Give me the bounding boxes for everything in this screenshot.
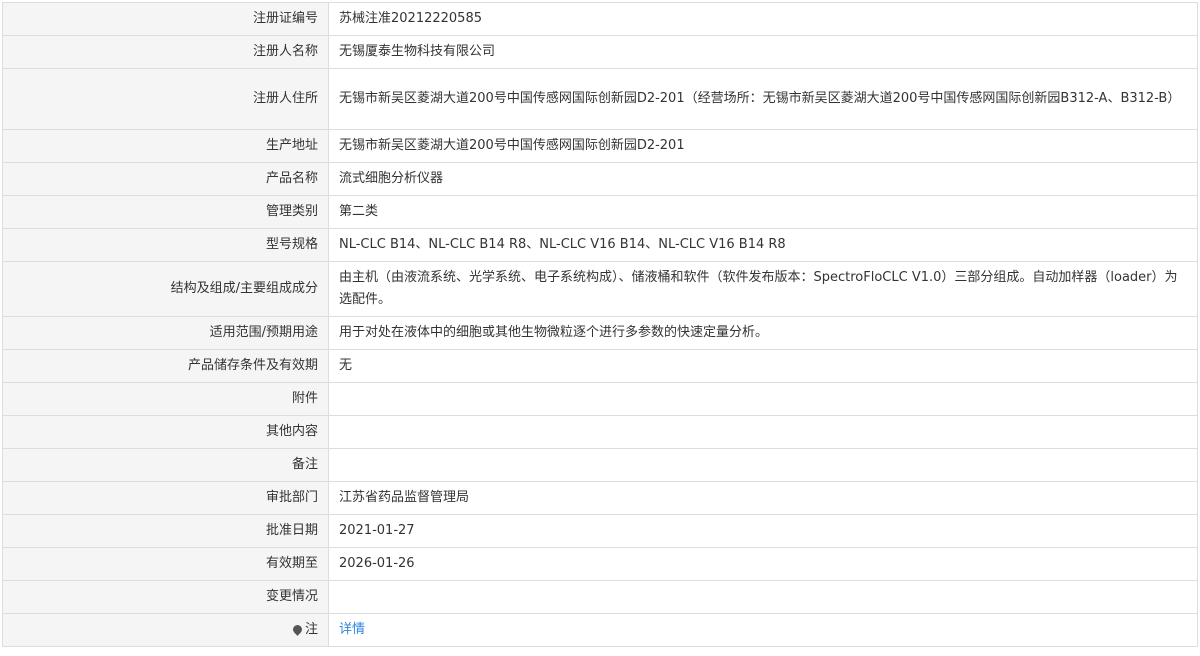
table-row-remarks: 备注 bbox=[2, 448, 1198, 482]
table-row-registrant-address: 注册人住所 无锡市新吴区菱湖大道200号中国传感网国际创新园D2-201（经营场… bbox=[2, 68, 1198, 130]
table-row-approval-department: 审批部门 江苏省药品监督管理局 bbox=[2, 481, 1198, 515]
row-label: 附件 bbox=[2, 382, 329, 416]
row-label: 适用范围/预期用途 bbox=[2, 316, 329, 350]
table-row-production-address: 生产地址 无锡市新吴区菱湖大道200号中国传感网国际创新园D2-201 bbox=[2, 129, 1198, 163]
row-value: 详情 bbox=[328, 613, 1198, 647]
row-label: 备注 bbox=[2, 448, 329, 482]
table-row-note: 注 详情 bbox=[2, 613, 1198, 647]
table-row-approval-date: 批准日期 2021-01-27 bbox=[2, 514, 1198, 548]
row-value: 无锡市新吴区菱湖大道200号中国传感网国际创新园D2-201 bbox=[328, 129, 1198, 163]
table-row-management-category: 管理类别 第二类 bbox=[2, 195, 1198, 229]
row-label: 批准日期 bbox=[2, 514, 329, 548]
row-value: 无锡厦泰生物科技有限公司 bbox=[328, 35, 1198, 69]
table-row-model-spec: 型号规格 NL-CLC B14、NL-CLC B14 R8、NL-CLC V16… bbox=[2, 228, 1198, 262]
row-value: 无 bbox=[328, 349, 1198, 383]
table-row-intended-use: 适用范围/预期用途 用于对处在液体中的细胞或其他生物微粒逐个进行多参数的快速定量… bbox=[2, 316, 1198, 350]
row-value bbox=[328, 382, 1198, 416]
table-row-registration-number: 注册证编号 苏械注准20212220585 bbox=[2, 2, 1198, 36]
table-row-product-name: 产品名称 流式细胞分析仪器 bbox=[2, 162, 1198, 196]
row-value: 流式细胞分析仪器 bbox=[328, 162, 1198, 196]
table-row-registrant-name: 注册人名称 无锡厦泰生物科技有限公司 bbox=[2, 35, 1198, 69]
details-link[interactable]: 详情 bbox=[339, 622, 365, 637]
row-value: 第二类 bbox=[328, 195, 1198, 229]
table-row-other-content: 其他内容 bbox=[2, 415, 1198, 449]
row-value: 苏械注准20212220585 bbox=[328, 2, 1198, 36]
row-label: 注册人住所 bbox=[2, 68, 329, 130]
row-label: 产品名称 bbox=[2, 162, 329, 196]
row-value: NL-CLC B14、NL-CLC B14 R8、NL-CLC V16 B14、… bbox=[328, 228, 1198, 262]
row-label: 注 bbox=[2, 613, 329, 647]
row-label: 产品储存条件及有效期 bbox=[2, 349, 329, 383]
row-value bbox=[328, 415, 1198, 449]
row-label: 其他内容 bbox=[2, 415, 329, 449]
table-row-change-status: 变更情况 bbox=[2, 580, 1198, 614]
row-label: 型号规格 bbox=[2, 228, 329, 262]
detail-container: 注册证编号 苏械注准20212220585 注册人名称 无锡厦泰生物科技有限公司… bbox=[0, 0, 1200, 647]
row-value: 用于对处在液体中的细胞或其他生物微粒逐个进行多参数的快速定量分析。 bbox=[328, 316, 1198, 350]
row-value: 江苏省药品监督管理局 bbox=[328, 481, 1198, 515]
row-label: 结构及组成/主要组成成分 bbox=[2, 261, 329, 317]
row-label: 生产地址 bbox=[2, 129, 329, 163]
row-value bbox=[328, 448, 1198, 482]
map-pin-icon bbox=[291, 623, 304, 636]
row-label: 注册证编号 bbox=[2, 2, 329, 36]
row-label: 管理类别 bbox=[2, 195, 329, 229]
table-row-valid-until: 有效期至 2026-01-26 bbox=[2, 547, 1198, 581]
table-row-structure-composition: 结构及组成/主要组成成分 由主机（由液流系统、光学系统、电子系统构成）、储液桶和… bbox=[2, 261, 1198, 317]
registration-detail-table: 注册证编号 苏械注准20212220585 注册人名称 无锡厦泰生物科技有限公司… bbox=[2, 2, 1198, 647]
row-label: 变更情况 bbox=[2, 580, 329, 614]
table-row-storage-validity: 产品储存条件及有效期 无 bbox=[2, 349, 1198, 383]
row-value: 由主机（由液流系统、光学系统、电子系统构成）、储液桶和软件（软件发布版本：Spe… bbox=[328, 261, 1198, 317]
row-label: 有效期至 bbox=[2, 547, 329, 581]
row-value: 2026-01-26 bbox=[328, 547, 1198, 581]
row-label: 审批部门 bbox=[2, 481, 329, 515]
row-value bbox=[328, 580, 1198, 614]
table-row-attachments: 附件 bbox=[2, 382, 1198, 416]
row-value: 2021-01-27 bbox=[328, 514, 1198, 548]
row-value: 无锡市新吴区菱湖大道200号中国传感网国际创新园D2-201（经营场所：无锡市新… bbox=[328, 68, 1198, 130]
note-label: 注 bbox=[304, 622, 318, 637]
row-label: 注册人名称 bbox=[2, 35, 329, 69]
